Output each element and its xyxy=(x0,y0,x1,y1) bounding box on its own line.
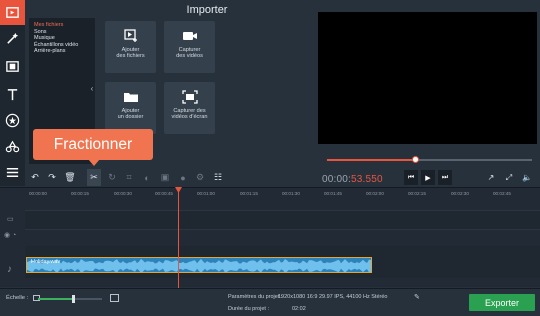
camera-icon xyxy=(182,32,197,40)
ruler-tick: 00:02:45 xyxy=(493,191,511,196)
playback-thumb[interactable] xyxy=(412,156,420,163)
ruler-tick: 00:00:00 xyxy=(29,191,47,196)
ruler-tick: 00:02:00 xyxy=(366,191,384,196)
video-track-icon: ▭ xyxy=(7,216,14,223)
filmstrip-icon[interactable] xyxy=(0,54,25,79)
zoom-in-icon[interactable] xyxy=(110,294,119,302)
text-icon[interactable] xyxy=(0,82,25,107)
magic-wand-icon[interactable] xyxy=(0,26,25,51)
image-icon[interactable]: ▣ xyxy=(158,169,172,186)
split-scissors-icon[interactable]: ✂ xyxy=(87,169,101,186)
sticker-star-icon[interactable] xyxy=(0,108,25,133)
ruler-tick: 00:01:30 xyxy=(282,191,300,196)
export-button[interactable]: Exporter xyxy=(469,294,535,311)
equalizer-icon[interactable]: ☷ xyxy=(211,169,225,186)
ruler-tick: 00:02:30 xyxy=(451,191,469,196)
transitions-icon[interactable] xyxy=(0,134,25,159)
status-bar xyxy=(0,288,540,316)
video-preview[interactable] xyxy=(318,12,537,144)
folder-icon xyxy=(123,93,138,102)
ruler-tick: 00:02:15 xyxy=(408,191,426,196)
project-duration-value: 02:02 xyxy=(292,306,306,312)
ruler-tick: 00:01:15 xyxy=(240,191,258,196)
playback-progress xyxy=(327,159,416,161)
undo-icon[interactable]: ↶ xyxy=(28,169,42,186)
music-note-icon: ♪ xyxy=(7,264,12,275)
audio-clip-label: Holiday.wav xyxy=(31,259,61,265)
ruler-tick: 00:00:15 xyxy=(71,191,89,196)
capture-videos-label: Capturer des vidéos xyxy=(176,47,203,60)
edit-toolbar: ↶ ↷ 🗑 ✂ ↻ ⌗ ◐ ▣ ● ⚙ ☷ xyxy=(25,169,237,186)
scale-slider-thumb[interactable] xyxy=(72,295,76,303)
timecode-value: 53.550 xyxy=(351,174,383,185)
color-adjust-icon[interactable]: ◐ xyxy=(140,169,154,186)
rotate-icon[interactable]: ↻ xyxy=(105,169,119,186)
tooltip-arrow xyxy=(88,159,100,166)
add-files-label: Ajouter des fichiers xyxy=(116,47,145,60)
redo-icon[interactable]: ↷ xyxy=(45,169,59,186)
add-files-icon xyxy=(123,29,137,42)
left-toolbar xyxy=(0,0,25,186)
video-track[interactable] xyxy=(25,210,540,230)
ruler-tick: 00:01:45 xyxy=(324,191,342,196)
record-audio-icon[interactable]: ● xyxy=(176,169,190,186)
scale-slider-fill xyxy=(38,298,74,300)
add-folder-label: Ajouter un dossier xyxy=(117,108,144,121)
edit-params-icon[interactable]: ✎ xyxy=(414,293,420,301)
ruler-tick: 00:00:30 xyxy=(114,191,132,196)
sidebar-item-arriere-plans[interactable]: Arrière-plans xyxy=(29,48,95,55)
timeline-ruler[interactable]: 00:00:00 00:00:15 00:00:30 00:00:45 00:0… xyxy=(0,187,540,199)
capture-screen-label: Capturer des vidéos d'écran xyxy=(171,108,208,121)
volume-icon[interactable]: 🔈 xyxy=(520,170,534,185)
play-icon[interactable]: ▶ xyxy=(421,170,435,185)
crop-icon[interactable]: ⌗ xyxy=(122,169,136,186)
settings-icon[interactable]: ⚙ xyxy=(193,169,207,186)
capture-videos-button[interactable]: Capturer des vidéos xyxy=(164,21,215,73)
scale-label: Échelle : xyxy=(6,295,29,301)
timecode: 00:00:53.550 xyxy=(322,174,383,185)
previous-icon[interactable]: ⏮ xyxy=(404,170,418,185)
import-icon[interactable] xyxy=(0,0,25,25)
add-folder-button[interactable]: Ajouter un dossier xyxy=(105,82,156,134)
project-params-label: Paramètres du projet : xyxy=(228,294,283,300)
ruler-tick: 00:00:45 xyxy=(155,191,173,196)
audio-clip[interactable] xyxy=(26,257,372,273)
audio-waveform xyxy=(27,258,371,272)
playhead[interactable] xyxy=(178,191,179,288)
add-files-button[interactable]: Ajouter des fichiers xyxy=(105,21,156,73)
fullscreen-icon[interactable]: ⤢ xyxy=(502,170,516,185)
panel-title: Importer xyxy=(186,4,228,16)
project-params-value: 1920x1080 16:9 29.97 IPS, 44100 Hz Stéré… xyxy=(278,294,388,300)
timecode-prefix: 00:00: xyxy=(322,174,352,185)
menu-list-icon[interactable] xyxy=(0,160,25,185)
split-tooltip: Fractionner xyxy=(33,129,153,160)
delete-icon[interactable]: 🗑 xyxy=(63,169,77,186)
capture-screen-button[interactable]: Capturer des vidéos d'écran xyxy=(164,82,215,134)
ruler-tick: 00:01:00 xyxy=(197,191,215,196)
collapse-sidebar-icon[interactable]: ‹ xyxy=(88,84,96,98)
next-icon[interactable]: ⏭ xyxy=(438,170,452,185)
track-visibility-icon[interactable]: ◉ ◔ xyxy=(4,231,16,239)
export-frame-icon[interactable]: ↗ xyxy=(484,170,498,185)
app-window: Mes fichiers Sons Musique Échantillons v… xyxy=(0,0,540,316)
screen-capture-icon xyxy=(181,90,198,104)
project-duration-label: Durée du projet : xyxy=(228,306,269,312)
